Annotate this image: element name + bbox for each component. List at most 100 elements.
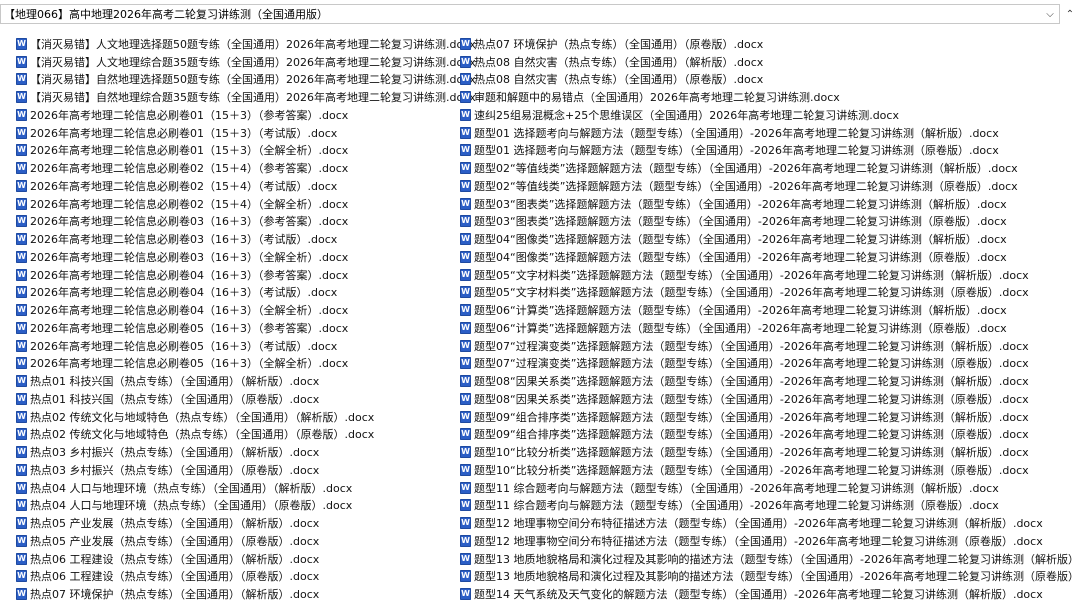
file-name: 题型13 地质地貌格局和演化过程及其影响的描述方法（题型专练）（全国通用）-20… bbox=[474, 552, 1080, 566]
file-item[interactable]: W 题型13 地质地貌格局和演化过程及其影响的描述方法（题型专练）（全国通用）-2… bbox=[460, 550, 1080, 568]
file-item[interactable]: W 2026年高考地理二轮信息必刷卷05（16＋3）（考试版）.docx bbox=[16, 337, 476, 355]
chevron-up-icon[interactable]: ⌃ bbox=[1062, 4, 1078, 24]
file-item[interactable]: W 题型06“计算类”选择题解题方法（题型专练）（全国通用）-2026年高考地理二… bbox=[460, 319, 1080, 337]
word-doc-icon: W bbox=[16, 517, 27, 530]
file-item[interactable]: W 题型06“计算类”选择题解题方法（题型专练）（全国通用）-2026年高考地理二… bbox=[460, 301, 1080, 319]
word-doc-icon: W bbox=[460, 91, 471, 104]
file-item[interactable]: W 2026年高考地理二轮信息必刷卷02（15＋4）（考试版）.docx bbox=[16, 177, 476, 195]
word-doc-icon: W bbox=[460, 463, 471, 476]
file-item[interactable]: W 2026年高考地理二轮信息必刷卷05（16＋3）（参考答案）.docx bbox=[16, 319, 476, 337]
file-item[interactable]: W 热点02 传统文化与地域特色（热点专练）（全国通用）（原卷版）.docx bbox=[16, 426, 476, 444]
file-item[interactable]: W 热点08 自然灾害（热点专练）（全国通用）（原卷版）.docx bbox=[460, 71, 1080, 89]
file-name: 2026年高考地理二轮信息必刷卷02（15＋4）（全解全析）.docx bbox=[30, 197, 349, 211]
file-item[interactable]: W 2026年高考地理二轮信息必刷卷01（15＋3）（全解全析）.docx bbox=[16, 142, 476, 160]
file-name: 2026年高考地理二轮信息必刷卷05（16＋3）（全解全析）.docx bbox=[30, 357, 349, 371]
file-item[interactable]: W 题型11 综合题考向与解题方法（题型专练）（全国通用）-2026年高考地理二轮… bbox=[460, 497, 1080, 515]
file-item[interactable]: W 【消灭易错】自然地理选择题50题专练（全国通用）2026年高考地理二轮复习讲练… bbox=[16, 71, 476, 89]
file-item[interactable]: W 题型01 选择题考向与解题方法（题型专练）（全国通用）-2026年高考地理二轮… bbox=[460, 124, 1080, 142]
file-item[interactable]: W 题型10“比较分析类”选择题解题方法（题型专练）（全国通用）-2026年高考地… bbox=[460, 461, 1080, 479]
file-item[interactable]: W 2026年高考地理二轮信息必刷卷03（16＋3）（考试版）.docx bbox=[16, 230, 476, 248]
file-item[interactable]: W 热点06 工程建设（热点专练）（全国通用）（解析版）.docx bbox=[16, 550, 476, 568]
file-item[interactable]: W 2026年高考地理二轮信息必刷卷03（16＋3）（参考答案）.docx bbox=[16, 213, 476, 231]
file-item[interactable]: W 题型02“等值线类”选择题解题方法（题型专练）（全国通用）-2026年高考地理… bbox=[460, 159, 1080, 177]
file-item[interactable]: W 热点01 科技兴国（热点专练）（全国通用）（解析版）.docx bbox=[16, 372, 476, 390]
file-name: 2026年高考地理二轮信息必刷卷03（16＋3）（考试版）.docx bbox=[30, 233, 338, 247]
word-doc-icon: W bbox=[460, 428, 471, 441]
file-item[interactable]: W 速纠25组易混概念+25个思维误区（全国通用）2026年高考地理二轮复习讲练测… bbox=[460, 106, 1080, 124]
file-item[interactable]: W 题型12 地理事物空间分布特征描述方法（题型专练）（全国通用）-2026年高考… bbox=[460, 514, 1080, 532]
file-item[interactable]: W 题型03“图表类”选择题解题方法（题型专练）（全国通用）-2026年高考地理二… bbox=[460, 213, 1080, 231]
file-item[interactable]: W 题型05“文字材料类”选择题解题方法（题型专练）（全国通用）-2026年高考地… bbox=[460, 266, 1080, 284]
word-doc-icon: W bbox=[16, 268, 27, 281]
chevron-down-icon[interactable]: ⌵ bbox=[1041, 5, 1059, 23]
word-doc-icon: W bbox=[460, 446, 471, 459]
file-item[interactable]: W 题型02“等值线类”选择题解题方法（题型专练）（全国通用）-2026年高考地理… bbox=[460, 177, 1080, 195]
word-doc-icon: W bbox=[460, 552, 471, 565]
file-item[interactable]: W 题型11 综合题考向与解题方法（题型专练）（全国通用）-2026年高考地理二轮… bbox=[460, 479, 1080, 497]
word-doc-icon: W bbox=[460, 357, 471, 370]
file-item[interactable]: W 热点01 科技兴国（热点专练）（全国通用）（原卷版）.docx bbox=[16, 390, 476, 408]
word-doc-icon: W bbox=[460, 481, 471, 494]
file-item[interactable]: W 题型03“图表类”选择题解题方法（题型专练）（全国通用）-2026年高考地理二… bbox=[460, 195, 1080, 213]
file-item[interactable]: W 题型04“图像类”选择题解题方法（题型专练）（全国通用）-2026年高考地理二… bbox=[460, 230, 1080, 248]
file-item[interactable]: W 2026年高考地理二轮信息必刷卷01（15＋3）（参考答案）.docx bbox=[16, 106, 476, 124]
file-item[interactable]: W 热点03 乡村振兴（热点专练）（全国通用）（原卷版）.docx bbox=[16, 461, 476, 479]
file-item[interactable]: W 2026年高考地理二轮信息必刷卷02（15＋4）（全解全析）.docx bbox=[16, 195, 476, 213]
file-item[interactable]: W 热点04 人口与地理环境（热点专练）（全国通用）（解析版）.docx bbox=[16, 479, 476, 497]
file-item[interactable]: W 2026年高考地理二轮信息必刷卷01（15＋3）（考试版）.docx bbox=[16, 124, 476, 142]
file-name: 【消灭易错】人文地理选择题50题专练（全国通用）2026年高考地理二轮复习讲练测… bbox=[30, 37, 476, 51]
file-item[interactable]: W 热点07 环境保护（热点专练）（全国通用）（解析版）.docx bbox=[16, 585, 476, 603]
file-item[interactable]: W 题型07“过程演变类”选择题解题方法（题型专练）（全国通用）-2026年高考地… bbox=[460, 337, 1080, 355]
file-name: 热点03 乡村振兴（热点专练）（全国通用）（解析版）.docx bbox=[30, 446, 320, 460]
file-item[interactable]: W 热点04 人口与地理环境（热点专练）（全国通用）（原卷版）.docx bbox=[16, 497, 476, 515]
file-item[interactable]: W 2026年高考地理二轮信息必刷卷05（16＋3）（全解全析）.docx bbox=[16, 355, 476, 373]
file-item[interactable]: W 题型13 地质地貌格局和演化过程及其影响的描述方法（题型专练）（全国通用）-2… bbox=[460, 568, 1080, 586]
file-column-left: W 【消灭易错】人文地理选择题50题专练（全国通用）2026年高考地理二轮复习讲练… bbox=[16, 35, 476, 603]
word-doc-icon: W bbox=[460, 534, 471, 547]
file-item[interactable]: W 题型07“过程演变类”选择题解题方法（题型专练）（全国通用）-2026年高考地… bbox=[460, 355, 1080, 373]
file-item[interactable]: W 【消灭易错】人文地理综合题35题专练（全国通用）2026年高考地理二轮复习讲练… bbox=[16, 53, 476, 71]
file-name: 题型05“文字材料类”选择题解题方法（题型专练）（全国通用）-2026年高考地理… bbox=[474, 286, 1029, 300]
file-item[interactable]: W 热点03 乡村振兴（热点专练）（全国通用）（解析版）.docx bbox=[16, 443, 476, 461]
file-item[interactable]: W 题型04“图像类”选择题解题方法（题型专练）（全国通用）-2026年高考地理二… bbox=[460, 248, 1080, 266]
word-doc-icon: W bbox=[16, 357, 27, 370]
file-name: 题型04“图像类”选择题解题方法（题型专练）（全国通用）-2026年高考地理二轮… bbox=[474, 233, 1007, 247]
file-item[interactable]: W 热点05 产业发展（热点专练）（全国通用）（解析版）.docx bbox=[16, 514, 476, 532]
word-doc-icon: W bbox=[16, 321, 27, 334]
file-item[interactable]: W 题型09“组合排序类”选择题解题方法（题型专练）（全国通用）-2026年高考地… bbox=[460, 408, 1080, 426]
file-item[interactable]: W 2026年高考地理二轮信息必刷卷03（16＋3）（全解全析）.docx bbox=[16, 248, 476, 266]
file-item[interactable]: W 审题和解题中的易错点（全国通用）2026年高考地理二轮复习讲练测.docx bbox=[460, 88, 1080, 106]
file-name: 题型10“比较分析类”选择题解题方法（题型专练）（全国通用）-2026年高考地理… bbox=[474, 463, 1029, 477]
file-item[interactable]: W 热点05 产业发展（热点专练）（全国通用）（原卷版）.docx bbox=[16, 532, 476, 550]
file-name: 题型01 选择题考向与解题方法（题型专练）（全国通用）-2026年高考地理二轮复… bbox=[474, 144, 999, 158]
file-name: 题型09“组合排序类”选择题解题方法（题型专练）（全国通用）-2026年高考地理… bbox=[474, 428, 1029, 442]
word-doc-icon: W bbox=[16, 463, 27, 476]
file-name: 题型11 综合题考向与解题方法（题型专练）（全国通用）-2026年高考地理二轮复… bbox=[474, 499, 999, 513]
file-item[interactable]: W 2026年高考地理二轮信息必刷卷04（16＋3）（考试版）.docx bbox=[16, 284, 476, 302]
word-doc-icon: W bbox=[460, 108, 471, 121]
file-item[interactable]: W 题型05“文字材料类”选择题解题方法（题型专练）（全国通用）-2026年高考地… bbox=[460, 284, 1080, 302]
file-item[interactable]: W 题型10“比较分析类”选择题解题方法（题型专练）（全国通用）-2026年高考地… bbox=[460, 443, 1080, 461]
file-item[interactable]: W 题型01 选择题考向与解题方法（题型专练）（全国通用）-2026年高考地理二轮… bbox=[460, 142, 1080, 160]
file-item[interactable]: W 题型08“因果关系类”选择题解题方法（题型专练）（全国通用）-2026年高考地… bbox=[460, 390, 1080, 408]
file-item[interactable]: W 2026年高考地理二轮信息必刷卷02（15＋4）（参考答案）.docx bbox=[16, 159, 476, 177]
file-item[interactable]: W 热点06 工程建设（热点专练）（全国通用）（原卷版）.docx bbox=[16, 568, 476, 586]
word-doc-icon: W bbox=[16, 126, 27, 139]
word-doc-icon: W bbox=[16, 91, 27, 104]
word-doc-icon: W bbox=[16, 375, 27, 388]
file-name: 2026年高考地理二轮信息必刷卷04（16＋3）（全解全析）.docx bbox=[30, 304, 349, 318]
file-item[interactable]: W 热点07 环境保护（热点专练）（全国通用）（原卷版）.docx bbox=[460, 35, 1080, 53]
file-item[interactable]: W 2026年高考地理二轮信息必刷卷04（16＋3）（参考答案）.docx bbox=[16, 266, 476, 284]
file-item[interactable]: W 题型14 天气系统及天气变化的解题方法（题型专练）（全国通用）-2026年高考… bbox=[460, 585, 1080, 603]
file-item[interactable]: W 题型12 地理事物空间分布特征描述方法（题型专练）（全国通用）-2026年高考… bbox=[460, 532, 1080, 550]
word-doc-icon: W bbox=[16, 304, 27, 317]
file-item[interactable]: W 热点02 传统文化与地域特色（热点专练）（全国通用）（解析版）.docx bbox=[16, 408, 476, 426]
file-item[interactable]: W 题型08“因果关系类”选择题解题方法（题型专练）（全国通用）-2026年高考地… bbox=[460, 372, 1080, 390]
folder-title-bar[interactable]: 【地理066】高中地理2026年高考二轮复习讲练测（全国通用版） ⌵ bbox=[0, 4, 1060, 24]
file-item[interactable]: W 热点08 自然灾害（热点专练）（全国通用）（解析版）.docx bbox=[460, 53, 1080, 71]
word-doc-icon: W bbox=[16, 570, 27, 583]
file-item[interactable]: W 【消灭易错】自然地理综合题35题专练（全国通用）2026年高考地理二轮复习讲练… bbox=[16, 88, 476, 106]
file-item[interactable]: W 2026年高考地理二轮信息必刷卷04（16＋3）（全解全析）.docx bbox=[16, 301, 476, 319]
file-item[interactable]: W 【消灭易错】人文地理选择题50题专练（全国通用）2026年高考地理二轮复习讲练… bbox=[16, 35, 476, 53]
file-item[interactable]: W 题型09“组合排序类”选择题解题方法（题型专练）（全国通用）-2026年高考地… bbox=[460, 426, 1080, 444]
